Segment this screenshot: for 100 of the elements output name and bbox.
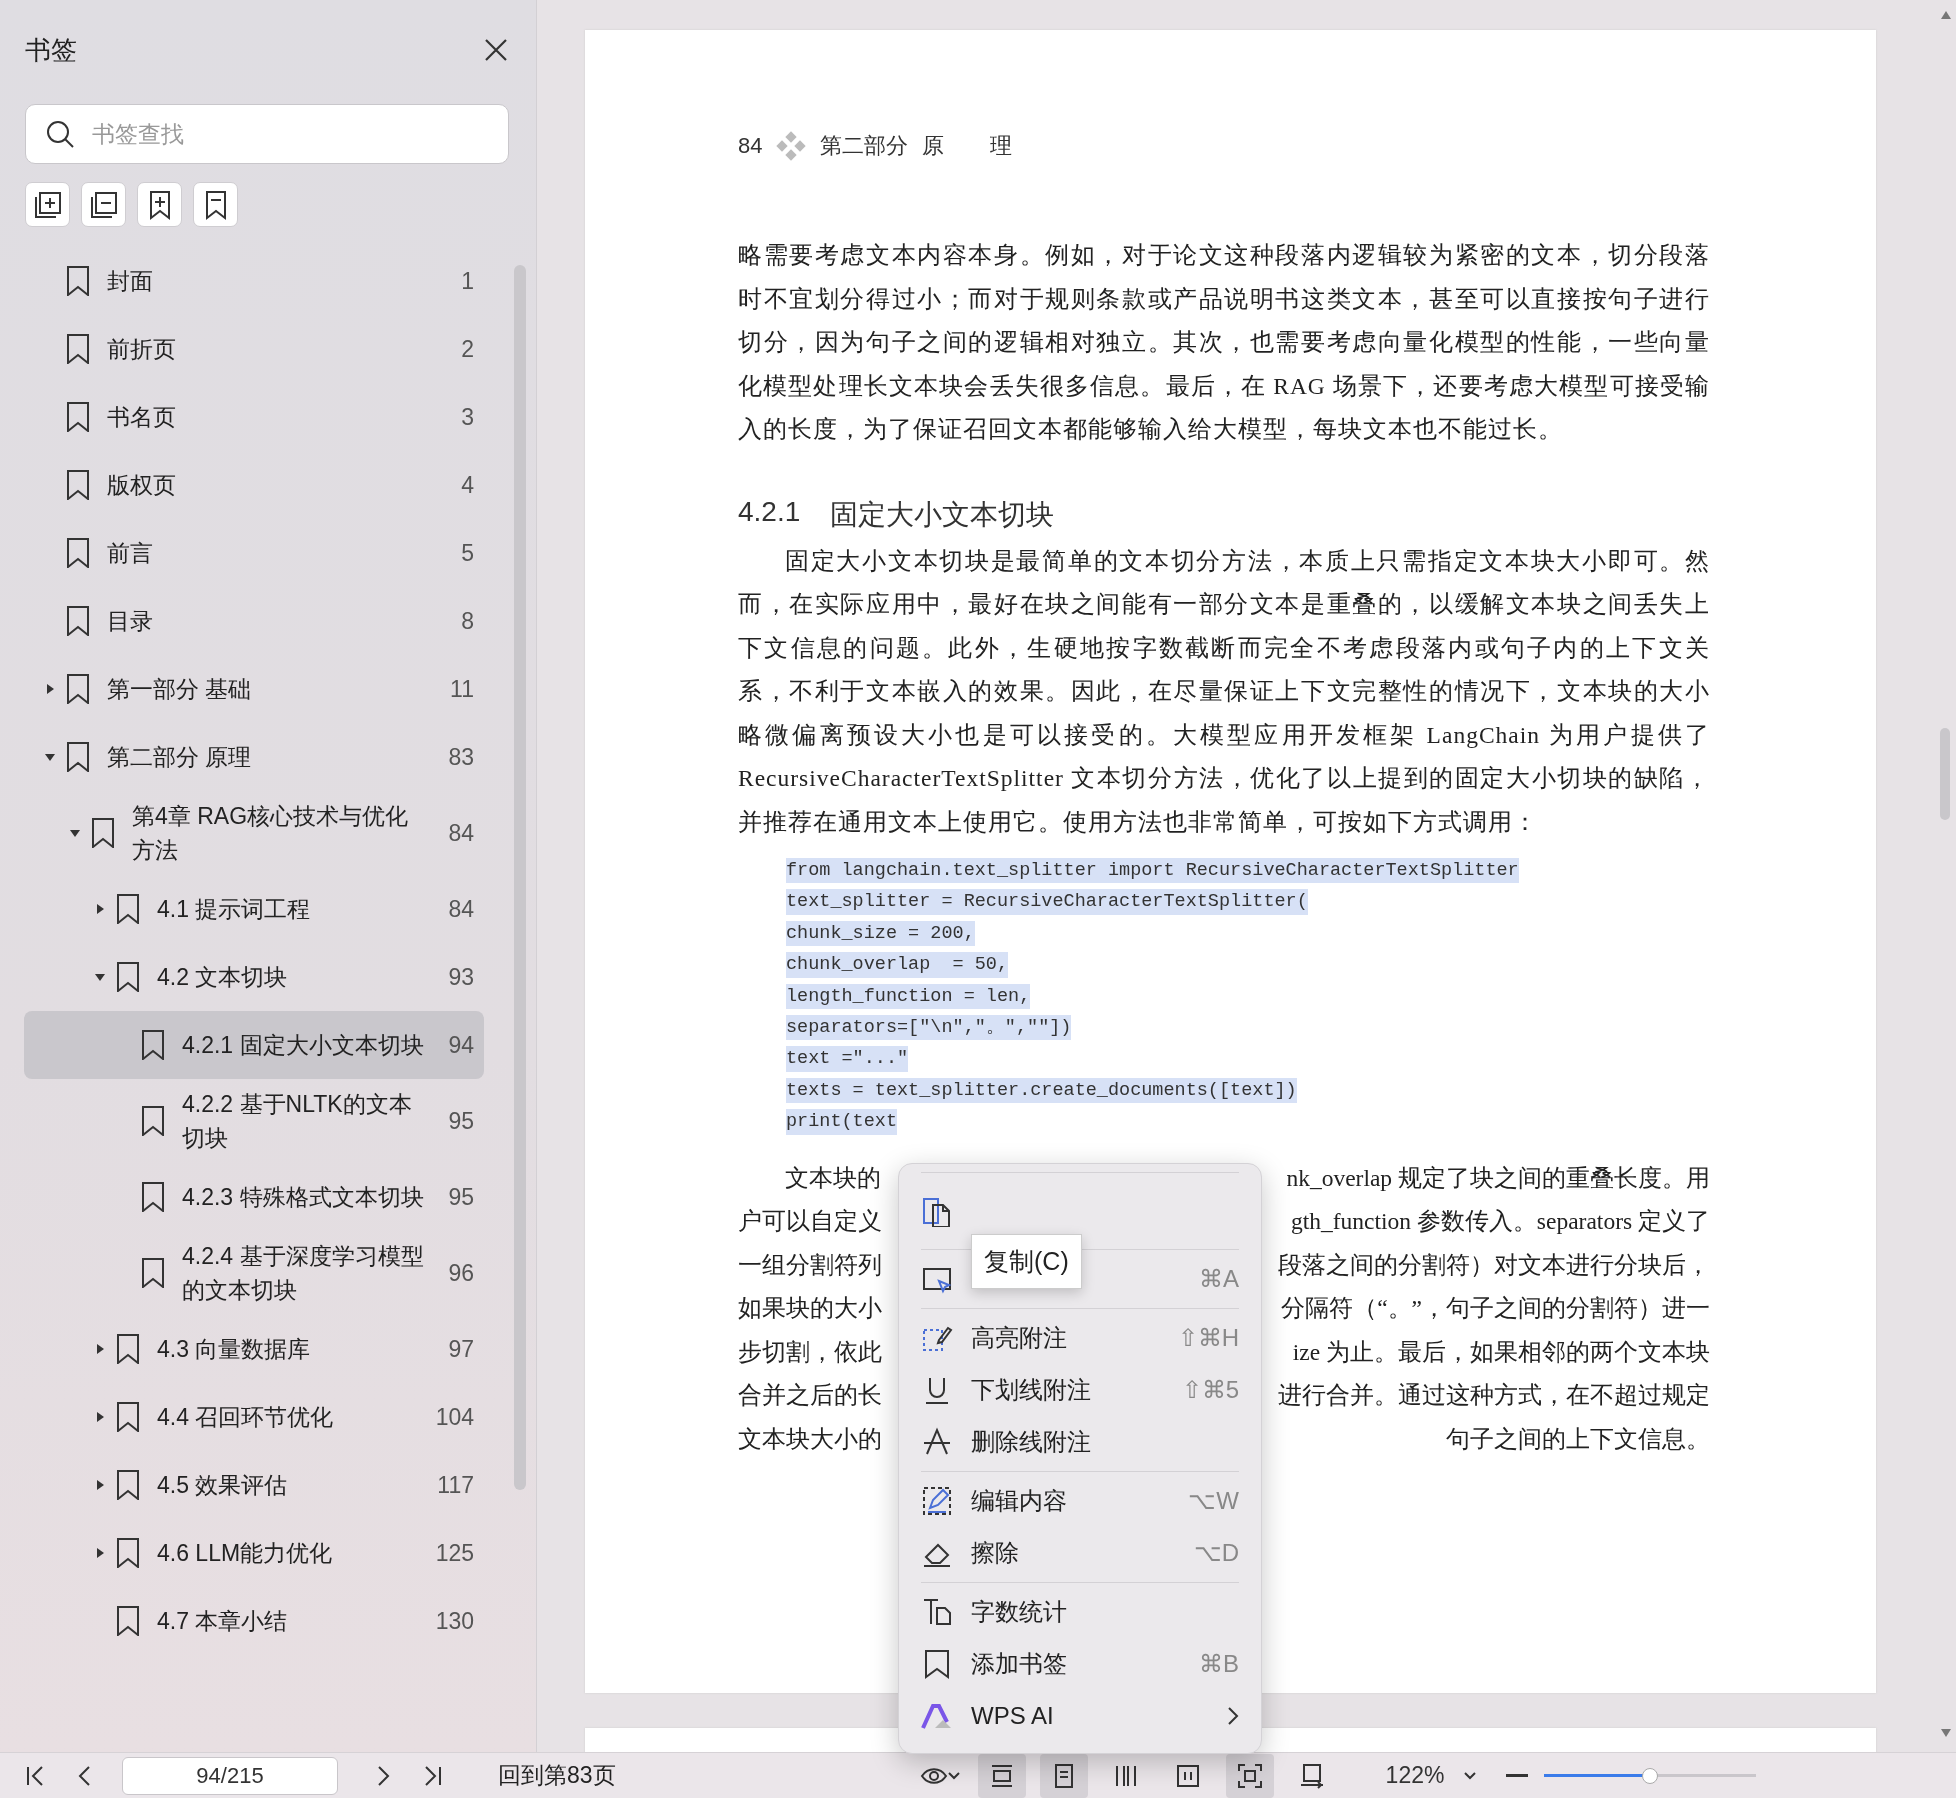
remove-bookmark-button[interactable] xyxy=(193,182,238,227)
paragraph-fragment: 合并之后的长 xyxy=(738,1381,882,1411)
menu-item[interactable]: 擦除 ⌥D xyxy=(921,1527,1239,1579)
paragraph-fragment: gth_function 参数传入。separators 定义了 xyxy=(1290,1207,1710,1237)
search-field[interactable]: 书签查找 xyxy=(25,104,509,164)
menu-item[interactable]: 字数统计 xyxy=(921,1586,1239,1638)
bookmark-item[interactable]: 书名页 3 xyxy=(24,383,484,451)
bookmark-icon xyxy=(66,266,90,296)
bookmark-icon xyxy=(141,1182,165,1212)
section-number: 4.2.1 xyxy=(738,495,801,529)
menu-item[interactable]: 删除线附注 xyxy=(921,1416,1239,1468)
zoom-out-icon[interactable] xyxy=(1506,1774,1529,1777)
bookmark-title: 书名页 xyxy=(107,403,177,432)
bookmark-icon xyxy=(141,1258,165,1288)
collapsed-arrow-icon[interactable] xyxy=(94,903,106,915)
back-link[interactable]: 回到第83页 xyxy=(498,1760,616,1791)
panel-title: 书签 xyxy=(25,33,77,67)
page-number: 95 xyxy=(447,1107,474,1135)
slider-thumb[interactable] xyxy=(1642,1767,1659,1784)
menu-item[interactable]: 编辑内容 ⌥W xyxy=(921,1475,1239,1527)
edit-icon xyxy=(921,1485,953,1517)
expanded-arrow-icon[interactable] xyxy=(69,827,81,839)
view-mode-button[interactable] xyxy=(977,1753,1026,1798)
page-number: 1 xyxy=(460,267,474,295)
bookmark-item[interactable]: 前折页 2 xyxy=(24,315,484,383)
page-number: 125 xyxy=(434,1539,474,1567)
bookmark-item[interactable]: 前言 5 xyxy=(24,519,484,587)
bookmark-item[interactable]: 第二部分 原理 83 xyxy=(24,723,484,791)
bookmark-item[interactable]: 4.2.2 基于NLTK的文本切块 95 xyxy=(24,1079,484,1163)
bookmark-icon xyxy=(116,1606,140,1636)
collapsed-arrow-icon[interactable] xyxy=(94,1343,106,1355)
bookmark-icon xyxy=(141,1030,165,1060)
bookmark-item[interactable]: 4.7 本章小结 130 xyxy=(24,1587,484,1655)
collapsed-arrow-icon[interactable] xyxy=(94,1479,106,1491)
bookmark-item[interactable]: 4.1 提示词工程 84 xyxy=(24,875,484,943)
bookmark-title: 4.2.3 特殊格式文本切块 xyxy=(182,1183,425,1212)
bookmark-title: 封面 xyxy=(107,267,154,296)
expanded-arrow-icon[interactable] xyxy=(44,751,56,763)
bookmark-title: 4.2.2 基于NLTK的文本切块 xyxy=(182,1090,413,1153)
menu-item[interactable]: 下划线附注 ⇧⌘5 xyxy=(921,1364,1239,1416)
page-field[interactable]: 94/215 xyxy=(122,1756,338,1795)
bookmark-item[interactable]: 4.2.1 固定大小文本切块 94 xyxy=(24,1011,484,1079)
body-paragraph: 固定大小文本切块是最简单的文本切分方法，本质上只需指定文本块大小即可。然而，在实际应用中，最好在块之间能有一部分文本是重叠的，以缓解文本块之间丢失上下文信息的问题。此外，生硬地按字数截断而完全不考虑段落内或句子内的上下文关系，不利于文本嵌入的效果。因此，在尽量保证上下文完整性的情况下，文本块的大小略微偏离预设大小也是可以接受的。大模型应用开发框架 LangChain 为用户提供了 RecursiveCharacterTextSplitter 文本切分方法，优化了以上提到的固定大小切块的缺陷，并推荐在通用文本上使用它。使用方法也非常简单，可按如下方式调用： xyxy=(738,546,1710,837)
view-mode-button[interactable] xyxy=(1039,1753,1088,1798)
bookmark-item[interactable]: 目录 8 xyxy=(24,587,484,655)
bookmark-icon xyxy=(116,894,140,924)
bookmark-item[interactable]: 4.6 LLM能力优化 125 xyxy=(24,1519,484,1587)
view-mode-button[interactable] xyxy=(1225,1753,1274,1798)
bookmark-title: 第二部分 原理 xyxy=(107,743,253,772)
paragraph-fragment: 段落之间的分割符）对文本进行分块后， xyxy=(1278,1250,1710,1280)
collapsed-arrow-icon[interactable] xyxy=(94,1547,106,1559)
menu-item[interactable]: 添加书签 ⌘B xyxy=(921,1638,1239,1690)
first-page-icon xyxy=(25,1763,45,1788)
bookmark-item[interactable]: 4.2 文本切块 93 xyxy=(24,943,484,1011)
zoom-level[interactable]: 122% xyxy=(1385,1762,1445,1789)
bookmark-icon xyxy=(141,1106,165,1136)
bookmark-item[interactable]: 4.2.4 基于深度学习模型的文本切块 96 xyxy=(24,1231,484,1315)
bookmark-title: 前言 xyxy=(107,539,154,568)
bookmark-item[interactable]: 第4章 RAG核心技术与优化方法 84 xyxy=(24,791,484,875)
bookmark-title: 第4章 RAG核心技术与优化方法 xyxy=(132,802,410,865)
bookmark-icon xyxy=(116,1538,140,1568)
close-icon[interactable] xyxy=(484,38,508,62)
word-count-icon xyxy=(921,1596,953,1628)
page-number: 5 xyxy=(460,539,474,567)
expand-all-button[interactable] xyxy=(25,182,70,227)
collapsed-arrow-icon[interactable] xyxy=(44,683,56,695)
bookmark-icon xyxy=(66,334,90,364)
bookmark-item[interactable]: 第一部分 基础 11 xyxy=(24,655,484,723)
tooltip: 复制(C) xyxy=(971,1234,1082,1289)
page-number: 4 xyxy=(460,471,474,499)
shortcut-label: ⌥W xyxy=(1188,1487,1239,1515)
bookmark-item[interactable]: 封面 1 xyxy=(24,247,484,315)
add-bookmark-button[interactable] xyxy=(137,182,182,227)
scrollbar-thumb[interactable] xyxy=(514,265,526,1490)
menu-item[interactable]: 高亮附注 ⇧⌘H xyxy=(921,1312,1239,1364)
bookmark-icon xyxy=(116,1402,140,1432)
menu-item[interactable]: WPS AI xyxy=(921,1690,1239,1742)
expanded-arrow-icon[interactable] xyxy=(94,971,106,983)
page-number: 3 xyxy=(460,403,474,431)
page-number: 83 xyxy=(447,743,474,771)
bookmark-title: 4.2 文本切块 xyxy=(157,963,289,992)
scroll-up-icon[interactable] xyxy=(1940,10,1952,20)
collapse-all-button[interactable] xyxy=(81,182,126,227)
bookmark-item[interactable]: 4.4 召回环节优化 104 xyxy=(24,1383,484,1451)
page-number: 104 xyxy=(434,1403,474,1431)
bookmark-item[interactable]: 4.3 向量数据库 97 xyxy=(24,1315,484,1383)
bookmark-title: 4.4 召回环节优化 xyxy=(157,1403,335,1432)
page-number: 117 xyxy=(436,1471,474,1499)
page-number: 93 xyxy=(447,963,474,991)
collapsed-arrow-icon[interactable] xyxy=(94,1411,106,1423)
paragraph-fragment: 一组分割符列 xyxy=(738,1250,882,1280)
bookmark-title: 4.7 本章小结 xyxy=(157,1607,289,1636)
bookmark-item[interactable]: 版权页 4 xyxy=(24,451,484,519)
caret-down-icon xyxy=(1464,1771,1477,1780)
paragraph-fragment: ize 为止。最后，如果相邻的两个文本块 xyxy=(1292,1337,1710,1367)
bookmark-item[interactable]: 4.2.3 特殊格式文本切块 95 xyxy=(24,1163,484,1231)
scrollbar-thumb[interactable] xyxy=(1940,728,1950,820)
body-paragraph: 略需要考虑文本内容本身。例如，对于论文这种段落内逻辑较为紧密的文本，切分段落时不宜划分得过小；而对于规则条款或产品说明书这类文本，甚至可以直接按句子进行切分，因为句子之间的逻辑相对独立。其次，也需要考虑向量化模型的性能，一些向量化模型处理长文本块会丢失很多信息。最后，在 RAG 场景下，还要考虑大模型可接受输入的长度，为了保证召回文本都能够输入给大模型，每块文本也不能过长。 xyxy=(738,241,1710,444)
bookmark-item[interactable]: 4.5 效果评估 117 xyxy=(24,1451,484,1519)
scroll-down-icon[interactable] xyxy=(1940,1728,1952,1738)
